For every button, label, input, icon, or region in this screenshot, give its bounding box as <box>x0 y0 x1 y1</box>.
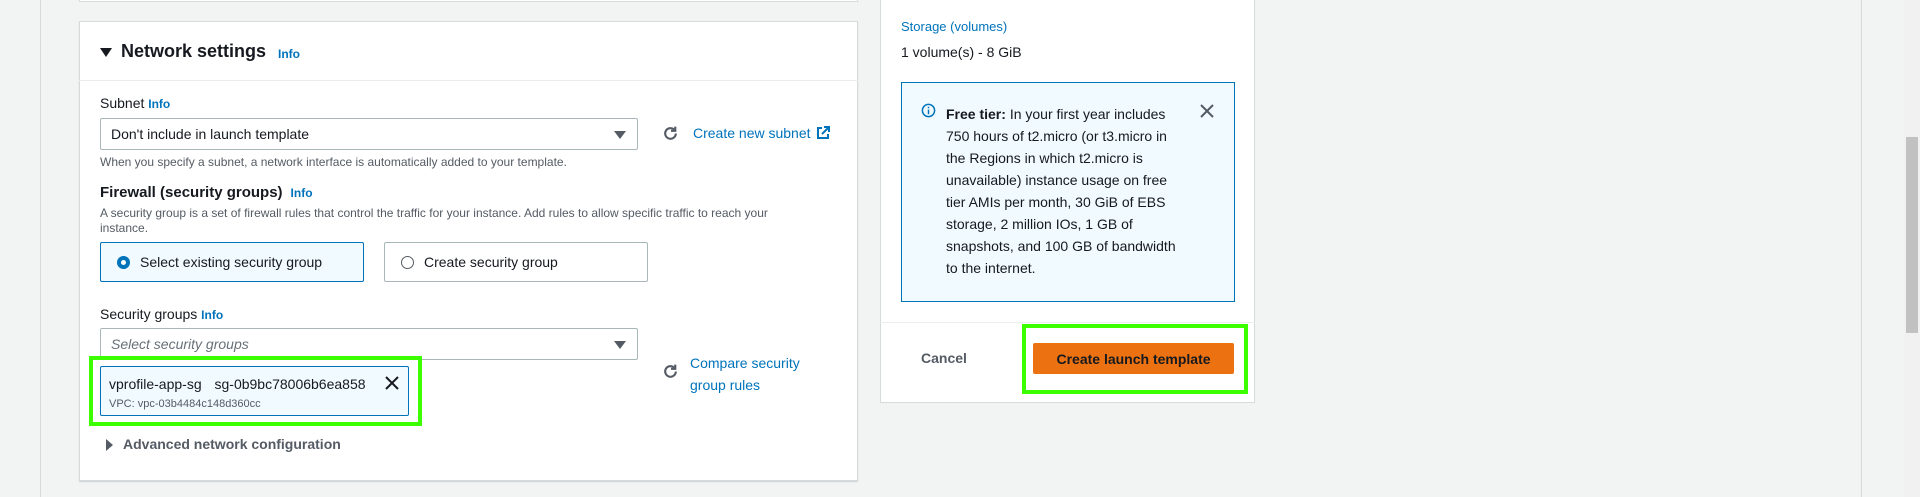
radio-unselected[interactable] <box>401 255 414 269</box>
create-security-group-option[interactable]: Create security group <box>384 242 648 282</box>
refresh-icon[interactable] <box>662 363 679 380</box>
firewall-description-line-1: A security group is a set of firewall ru… <box>100 206 768 220</box>
firewall-info-link[interactable]: Info <box>291 186 313 200</box>
free-tier-bold: Free tier: <box>946 106 1006 122</box>
subnet-info-link[interactable]: Info <box>148 97 170 111</box>
free-tier-line-6: storage, 2 million IOs, 1 GB of <box>946 216 1133 232</box>
radio-selected[interactable] <box>117 255 130 269</box>
select-existing-security-group-option[interactable]: Select existing security group <box>100 242 364 282</box>
free-tier-line-3: the Regions in which t2.micro is <box>946 150 1143 166</box>
create-launch-template-button[interactable]: Create launch template <box>1033 343 1234 374</box>
token-name-text: vprofile-app-sg <box>109 376 202 392</box>
free-tier-line-8: to the internet. <box>946 260 1036 276</box>
token-vpc: VPC: vpc-03b4484c148d360cc <box>109 398 261 410</box>
firewall-title: Firewall (security groups) <box>100 184 283 201</box>
previous-section-edge <box>79 0 858 2</box>
subnet-hint: When you specify a subnet, a network int… <box>100 155 567 169</box>
subnet-label: Subnet Info <box>100 95 170 111</box>
security-group-token: vprofile-app-sg sg-0b9bc78006b6ea858 VPC… <box>100 366 409 416</box>
refresh-icon[interactable] <box>662 125 679 142</box>
advanced-network-configuration-toggle[interactable]: Advanced network configuration <box>123 436 341 452</box>
free-tier-line-1-text: In your first year includes <box>1009 106 1166 122</box>
token-name: vprofile-app-sg sg-0b9bc78006b6ea858 <box>109 376 366 392</box>
security-groups-label-text: Security groups <box>100 306 198 322</box>
summary-divider <box>880 322 1255 323</box>
free-tier-line-7: snapshots, and 100 GB of bandwidth <box>946 238 1176 254</box>
network-settings-title[interactable]: Network settings <box>121 41 266 62</box>
free-tier-alert: Free tier: In your first year includes 7… <box>901 82 1235 302</box>
storage-volumes-value: 1 volume(s) - 8 GiB <box>901 44 1022 60</box>
compare-line-1: Compare security <box>690 355 800 371</box>
security-groups-info-link[interactable]: Info <box>201 308 223 322</box>
security-groups-placeholder: Select security groups <box>111 336 249 352</box>
caret-right-icon[interactable] <box>106 439 113 451</box>
free-tier-line-5: tier AMIs per month, 30 GiB of EBS <box>946 194 1166 210</box>
close-icon[interactable] <box>1199 103 1215 119</box>
security-groups-label: Security groups Info <box>100 306 223 322</box>
subnet-select[interactable]: Don't include in launch template <box>100 118 638 150</box>
compare-security-group-rules-link[interactable]: Compare security group rules <box>690 352 800 396</box>
free-tier-line-2: 750 hours of t2.micro (or t3.micro in <box>946 128 1167 144</box>
free-tier-line-4: unavailable) instance usage on free <box>946 172 1168 188</box>
collapse-caret-down-icon[interactable] <box>100 48 112 57</box>
scrollbar-thumb[interactable] <box>1906 137 1918 333</box>
compare-line-2: group rules <box>690 377 761 393</box>
firewall-description-line-2: instance. <box>100 221 149 235</box>
subnet-label-text: Subnet <box>100 95 145 111</box>
select-existing-label: Select existing security group <box>140 254 323 270</box>
create-security-group-label: Create security group <box>424 254 558 270</box>
external-link-icon <box>816 126 830 140</box>
firewall-description: A security group is a set of firewall ru… <box>100 206 820 236</box>
caret-down-icon <box>614 341 626 349</box>
storage-volumes-link[interactable]: Storage (volumes) <box>901 19 1007 34</box>
create-new-subnet-link[interactable]: Create new subnet <box>693 125 830 141</box>
cancel-button[interactable]: Cancel <box>921 350 967 366</box>
info-circle-icon <box>921 103 936 118</box>
free-tier-line-1: Free tier: In your first year includes <box>946 103 1206 125</box>
network-settings-info-link[interactable]: Info <box>278 47 300 61</box>
firewall-heading: Firewall (security groups) Info <box>100 184 313 201</box>
create-new-subnet-label: Create new subnet <box>693 125 811 141</box>
caret-down-icon <box>614 131 626 139</box>
free-tier-text: Free tier: In your first year includes 7… <box>946 103 1206 279</box>
close-icon[interactable] <box>384 375 400 391</box>
token-id: sg-0b9bc78006b6ea858 <box>214 376 366 392</box>
subnet-select-value: Don't include in launch template <box>111 126 310 142</box>
